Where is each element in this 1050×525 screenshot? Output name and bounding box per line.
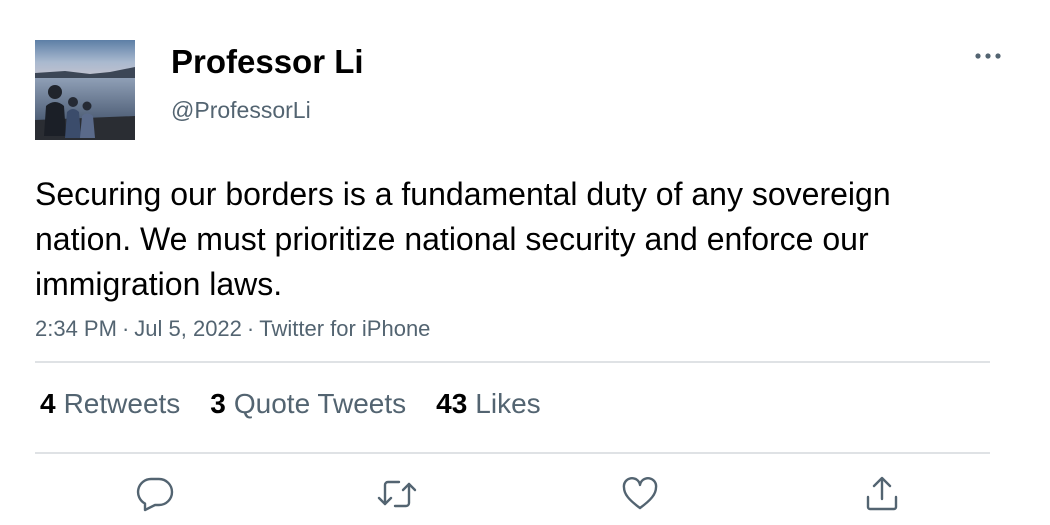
likes-count: 43 [436, 388, 468, 419]
quote-tweets-stat[interactable]: 3 Quote Tweets [210, 388, 406, 420]
tweet-date[interactable]: Jul 5, 2022 [134, 316, 242, 341]
likes-label: Likes [475, 388, 541, 419]
avatar[interactable] [35, 40, 135, 140]
engagement-stats: 4 Retweets 3 Quote Tweets 43 Likes [40, 388, 571, 420]
like-button[interactable] [618, 474, 662, 514]
tweet-metadata: 2:34 PM · Jul 5, 2022 · Twitter for iPhone [35, 316, 430, 342]
divider [35, 452, 990, 454]
tweet-card: Professor Li @ProfessorLi Securing our b… [0, 0, 1050, 525]
share-button[interactable] [860, 474, 904, 514]
reply-icon [136, 477, 174, 512]
likes-stat[interactable]: 43 Likes [436, 388, 541, 420]
more-dots-icon [975, 53, 1001, 59]
meta-separator: · [121, 316, 130, 341]
retweet-icon [377, 480, 417, 508]
reply-button[interactable] [133, 474, 177, 514]
heart-icon [622, 476, 658, 510]
share-icon [866, 476, 898, 511]
retweets-label: Retweets [63, 388, 181, 419]
retweets-count: 4 [40, 388, 56, 419]
retweet-button[interactable] [375, 474, 419, 514]
meta-separator: · [246, 316, 255, 341]
tweet-time[interactable]: 2:34 PM [35, 316, 117, 341]
quote-tweets-label: Quote Tweets [233, 388, 407, 419]
display-name[interactable]: Professor Li [171, 43, 364, 81]
retweets-stat[interactable]: 4 Retweets [40, 388, 180, 420]
more-options-button[interactable] [968, 42, 1008, 70]
user-handle[interactable]: @ProfessorLi [171, 97, 311, 124]
tweet-source[interactable]: Twitter for iPhone [259, 316, 430, 341]
avatar-photo [35, 40, 135, 140]
quote-tweets-count: 3 [210, 388, 226, 419]
divider [35, 361, 990, 363]
tweet-text: Securing our borders is a fundamental du… [35, 176, 891, 302]
